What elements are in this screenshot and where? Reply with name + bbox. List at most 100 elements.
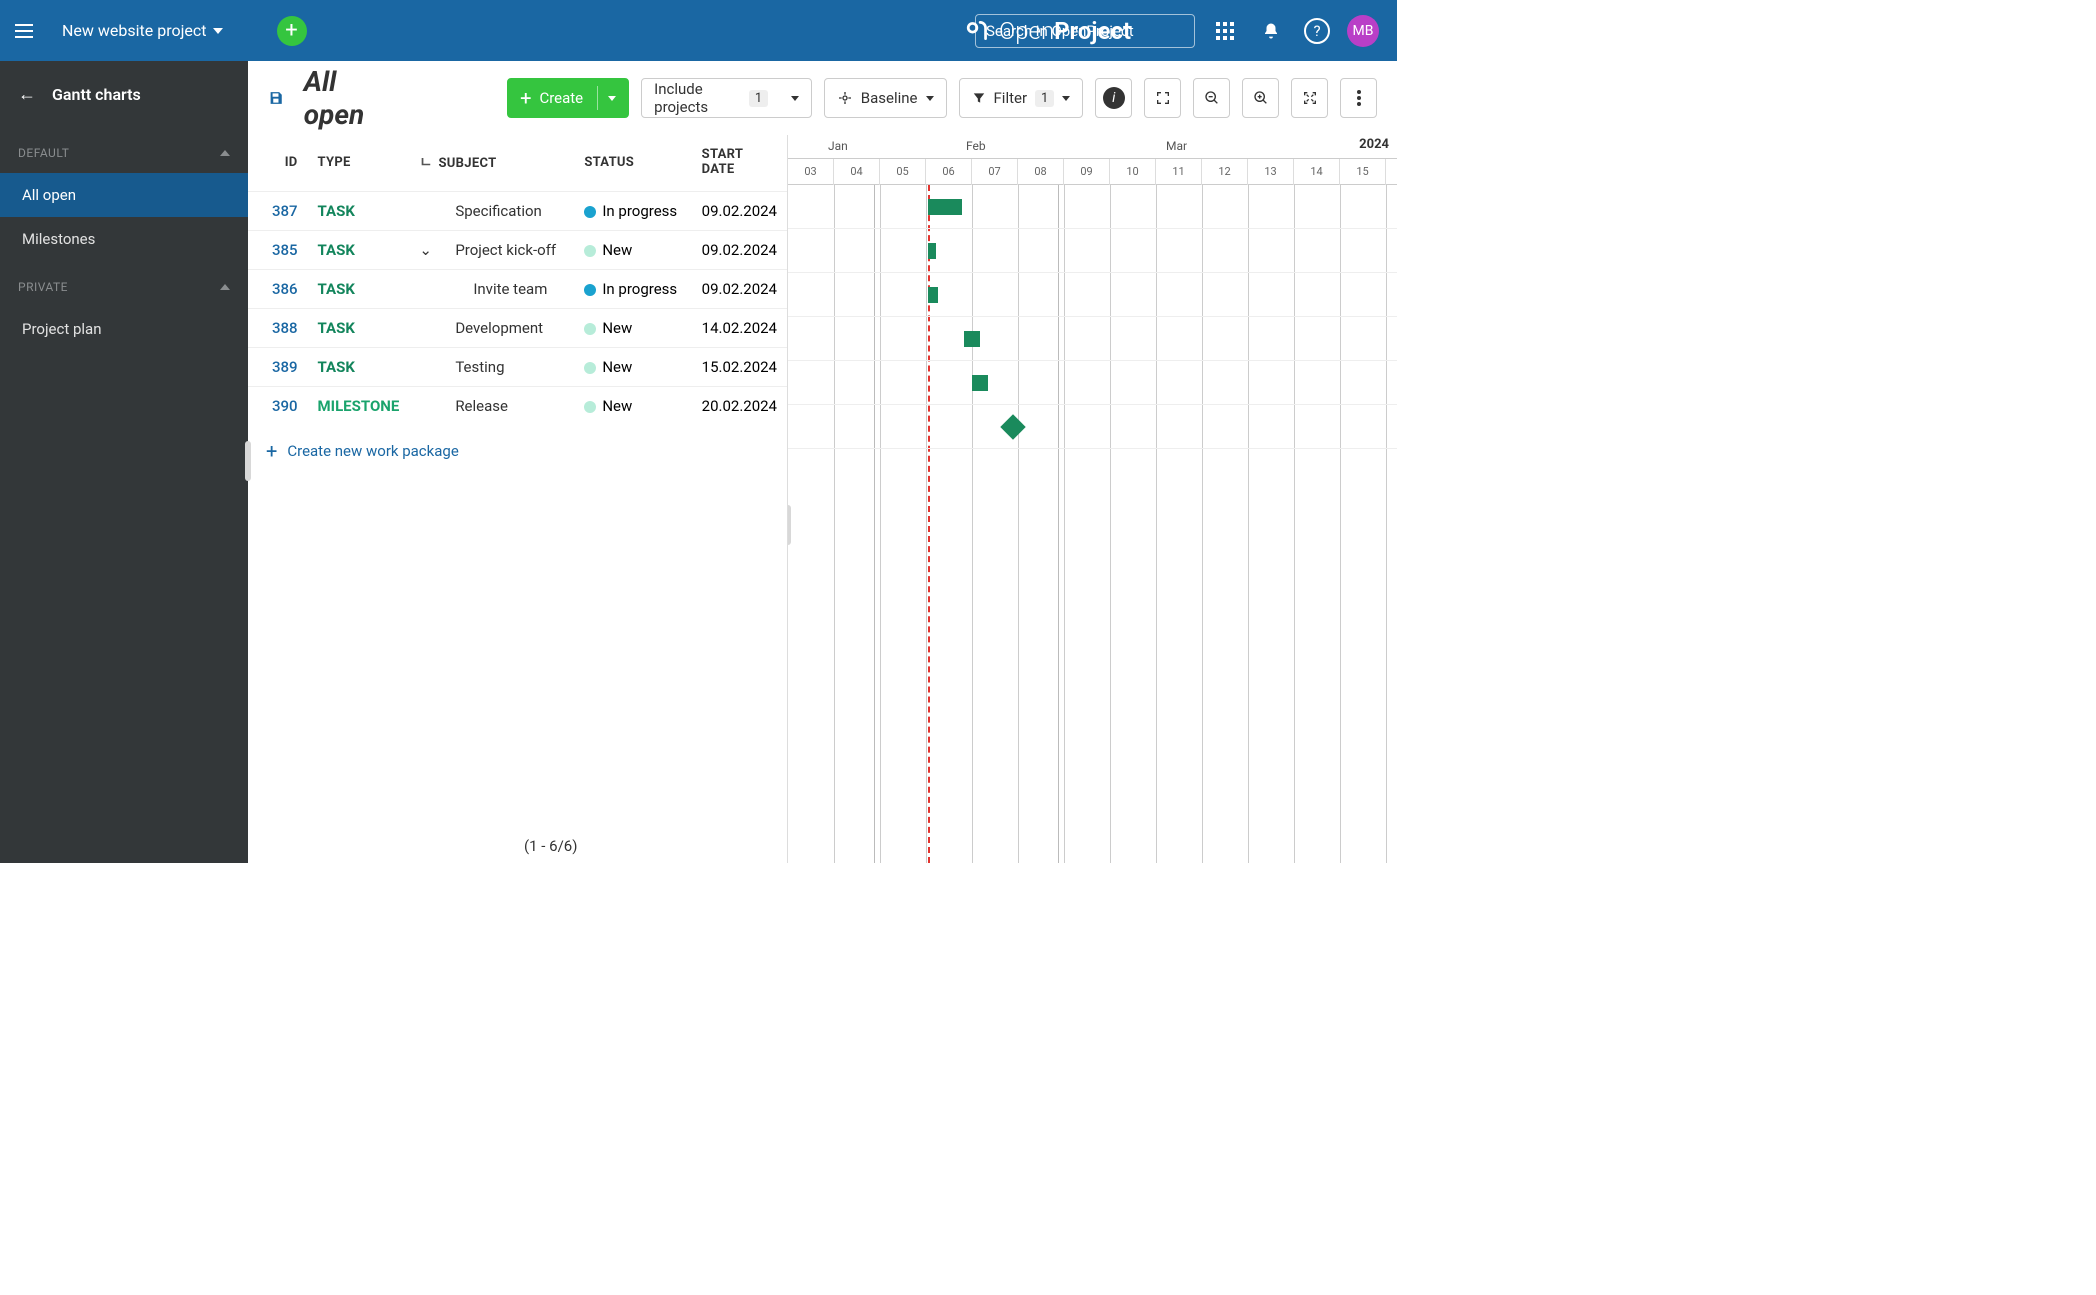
gantt-row[interactable] [788, 273, 1397, 317]
gantt-month-label: Mar [1166, 139, 1187, 153]
wp-subject[interactable]: Testing [409, 348, 574, 387]
status-dot-icon [584, 362, 596, 374]
main-area: All open + Create Include projects 1 Bas… [248, 61, 1397, 863]
zoom-out-button[interactable] [1193, 78, 1230, 118]
gantt-milestone-marker[interactable] [1000, 414, 1025, 439]
gantt-week-label: 11 [1156, 159, 1202, 185]
wp-start-date: 09.02.2024 [692, 192, 787, 231]
project-selector[interactable]: New website project [48, 21, 237, 40]
openproject-icon [965, 18, 991, 44]
gantt-bar[interactable] [972, 375, 988, 391]
include-projects-button[interactable]: Include projects 1 [641, 78, 812, 118]
wp-id-link[interactable]: 390 [248, 387, 308, 426]
baseline-button[interactable]: Baseline [824, 78, 947, 118]
gantt-week-label: 07 [972, 159, 1018, 185]
col-type[interactable]: TYPE [308, 135, 410, 192]
wp-start-date: 09.02.2024 [692, 231, 787, 270]
notifications-button[interactable] [1255, 15, 1287, 47]
kebab-icon [1357, 90, 1361, 106]
gantt-week-label: 10 [1110, 159, 1156, 185]
global-add-button[interactable]: + [277, 16, 307, 46]
gantt-row[interactable] [788, 185, 1397, 229]
col-subject[interactable]: ㄴSUBJECT [409, 135, 574, 192]
wp-id-link[interactable]: 385 [248, 231, 308, 270]
wp-subject[interactable]: Release [409, 387, 574, 426]
save-icon[interactable] [268, 89, 284, 107]
gantt-bar[interactable] [928, 243, 936, 259]
wp-start-date: 15.02.2024 [692, 348, 787, 387]
status-dot-icon [584, 401, 596, 413]
gantt-bar[interactable] [928, 199, 962, 215]
table-row[interactable]: 387TASKSpecificationIn progress09.02.202… [248, 192, 787, 231]
col-status[interactable]: STATUS [574, 135, 691, 192]
wp-status: New [574, 387, 691, 426]
gantt-bar[interactable] [964, 331, 980, 347]
fullscreen-icon [1155, 90, 1171, 106]
zoom-in-button[interactable] [1242, 78, 1279, 118]
table-row[interactable]: 390MILESTONEReleaseNew20.02.2024 [248, 387, 787, 426]
filter-icon [972, 91, 986, 105]
fullscreen-button[interactable] [1144, 78, 1181, 118]
col-id[interactable]: ID [248, 135, 308, 192]
wp-subject[interactable]: Invite team [409, 270, 574, 309]
status-dot-icon [584, 245, 596, 257]
more-menu-button[interactable] [1340, 78, 1377, 118]
wp-type: MILESTONE [308, 387, 410, 426]
table-row[interactable]: 385TASK⌄Project kick-offNew09.02.2024 [248, 231, 787, 270]
gantt-week-label: 13 [1248, 159, 1294, 185]
view-title: All open [304, 65, 391, 131]
wp-id-link[interactable]: 387 [248, 192, 308, 231]
wp-subject[interactable]: ⌄Project kick-off [409, 231, 574, 270]
user-avatar[interactable]: MB [1347, 15, 1379, 47]
plus-icon: + [285, 18, 297, 43]
chevron-up-icon [220, 284, 230, 290]
gantt-week-label: 15 [1340, 159, 1386, 185]
sidebar-group-header[interactable]: DEFAULT [0, 133, 248, 173]
sidebar-item[interactable]: Milestones [0, 217, 248, 261]
gantt-row[interactable] [788, 361, 1397, 405]
sidebar-item[interactable]: All open [0, 173, 248, 217]
wp-start-date: 09.02.2024 [692, 270, 787, 309]
filter-button[interactable]: Filter 1 [959, 78, 1084, 118]
back-button[interactable]: ← [18, 84, 36, 105]
sidebar-group-header[interactable]: PRIVATE [0, 267, 248, 307]
sidebar: ← Gantt charts DEFAULTAll openMilestones… [0, 61, 248, 863]
sidebar-item[interactable]: Project plan [0, 307, 248, 351]
gantt-week-label: 05 [880, 159, 926, 185]
gantt-bar[interactable] [928, 287, 938, 303]
gantt-body[interactable] [788, 185, 1397, 863]
zoom-out-icon [1204, 90, 1220, 106]
auto-zoom-button[interactable] [1291, 78, 1328, 118]
gantt-week-label: 03 [788, 159, 834, 185]
gantt-row[interactable] [788, 405, 1397, 449]
table-row[interactable]: 388TASKDevelopmentNew14.02.2024 [248, 309, 787, 348]
caret-down-icon [1062, 96, 1070, 101]
caret-down-icon [608, 96, 616, 101]
table-row[interactable]: 386TASKInvite teamIn progress09.02.2024 [248, 270, 787, 309]
gantt-row[interactable] [788, 229, 1397, 273]
view-toolbar: All open + Create Include projects 1 Bas… [248, 61, 1397, 135]
gantt-week-label: 08 [1018, 159, 1064, 185]
status-dot-icon [584, 323, 596, 335]
info-button[interactable]: i [1095, 78, 1132, 118]
wp-id-link[interactable]: 389 [248, 348, 308, 387]
wp-id-link[interactable]: 386 [248, 270, 308, 309]
wp-id-link[interactable]: 388 [248, 309, 308, 348]
pagination-info: (1 - 6/6) [524, 837, 577, 855]
wp-subject[interactable]: Specification [409, 192, 574, 231]
caret-down-icon [926, 96, 934, 101]
gantt-week-label: 04 [834, 159, 880, 185]
sidebar-title: Gantt charts [52, 85, 141, 104]
chevron-down-icon[interactable]: ⌄ [419, 241, 433, 259]
menu-toggle-button[interactable] [0, 0, 48, 61]
create-work-package-link[interactable]: + Create new work package [248, 425, 787, 477]
help-button[interactable]: ? [1301, 15, 1333, 47]
table-row[interactable]: 389TASKTestingNew15.02.2024 [248, 348, 787, 387]
hamburger-icon [15, 24, 33, 38]
col-start-date[interactable]: START DATE [692, 135, 787, 192]
modules-button[interactable] [1209, 15, 1241, 47]
wp-subject[interactable]: Development [409, 309, 574, 348]
gantt-row[interactable] [788, 317, 1397, 361]
create-button[interactable]: + Create [507, 78, 629, 118]
wp-type: TASK [308, 231, 410, 270]
